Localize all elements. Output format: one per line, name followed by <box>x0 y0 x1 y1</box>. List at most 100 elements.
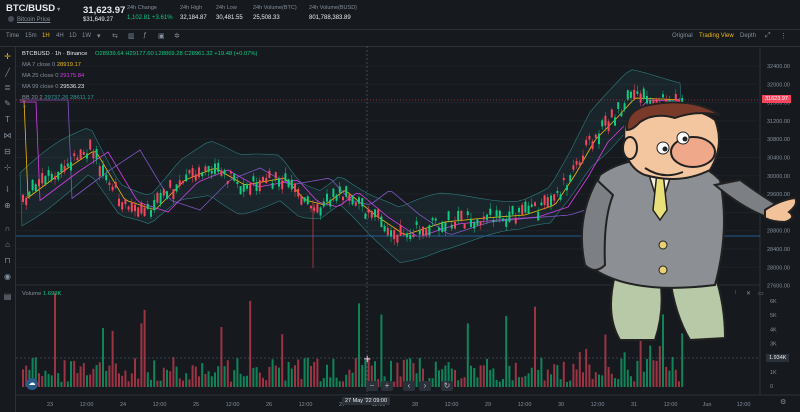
volume-bar <box>342 381 344 387</box>
volume-bar <box>514 362 517 387</box>
volume-bar <box>540 357 543 387</box>
candle-body <box>444 222 447 232</box>
legend-collapse-icon[interactable]: ⌃ <box>22 106 27 112</box>
volume-bar <box>86 375 88 387</box>
volume-bar <box>214 372 216 387</box>
candle-body <box>188 169 191 174</box>
candle-body <box>633 89 636 99</box>
candle-body <box>454 221 456 229</box>
zoom-out-button[interactable]: − <box>366 381 378 391</box>
volume-bar <box>361 365 364 387</box>
crosshair-cursor-icon: + <box>363 354 371 365</box>
volume-label: Volume <box>22 291 42 297</box>
volume-bar <box>345 374 348 387</box>
volume-bar <box>354 357 357 387</box>
volume-bar <box>326 364 328 387</box>
reset-chart-button[interactable]: ↻ <box>441 381 453 391</box>
candle-body <box>374 209 376 218</box>
volume-bar <box>476 377 479 387</box>
candle-body <box>636 91 639 94</box>
candle-body <box>431 217 434 221</box>
candle-body <box>383 225 386 232</box>
volume-bar <box>271 359 274 387</box>
volume-bar <box>470 365 472 387</box>
candle-body <box>511 206 514 215</box>
volume-bar <box>338 381 341 387</box>
candle-body <box>278 178 280 187</box>
volume-bar <box>559 379 562 387</box>
volume-bar <box>287 362 290 387</box>
volume-bar <box>415 373 418 387</box>
candle-body <box>47 170 50 176</box>
candle-body <box>156 192 159 203</box>
candle-body <box>460 210 463 221</box>
candle-body <box>60 164 63 173</box>
volume-bar <box>230 381 232 387</box>
volume-bar <box>527 373 530 387</box>
volume-bar <box>143 309 146 387</box>
chart-settings-gear-icon[interactable]: ⚙ <box>780 398 786 406</box>
volume-bar <box>297 359 300 387</box>
volume-bar <box>172 357 175 387</box>
candle-body <box>297 188 300 197</box>
candle-body <box>313 207 316 211</box>
volume-bar <box>178 378 181 387</box>
time-tick-label: 26 <box>266 402 272 408</box>
volume-bar <box>22 369 24 387</box>
volume-bar <box>505 315 508 387</box>
candle-body <box>185 174 188 182</box>
legend-ma99[interactable]: MA 99 close 0 29536.23 <box>22 84 84 90</box>
scroll-right-button[interactable]: › <box>419 381 431 391</box>
candle-body <box>457 210 460 221</box>
candle-body <box>111 186 114 191</box>
candle-body <box>246 184 248 189</box>
candle-body <box>354 202 357 206</box>
legend-bb[interactable]: BB 20 2 29737.26 28611.17 <box>22 95 94 101</box>
volume-bar <box>646 358 648 387</box>
candle-body <box>386 227 389 236</box>
candle-body <box>210 170 213 174</box>
volume-bar <box>175 366 178 387</box>
bb-value: 29737.26 28611.17 <box>44 95 94 101</box>
volume-bar <box>210 376 213 387</box>
candle-body <box>498 210 501 219</box>
volume-bar <box>79 366 82 387</box>
candle-body <box>361 198 364 207</box>
volume-bar <box>182 380 184 387</box>
candle-body <box>134 204 136 212</box>
price-tick-label: 32400.00 <box>767 64 790 70</box>
volume-bar <box>169 371 172 387</box>
candle-body <box>63 165 66 172</box>
volume-bar <box>252 367 255 387</box>
volume-bar <box>351 372 354 387</box>
volume-bar <box>265 380 268 387</box>
candle-body <box>162 189 165 196</box>
legend-ma7[interactable]: MA 7 close 0 28919.17 <box>22 62 81 68</box>
candle-body <box>50 173 53 180</box>
legend-ma25[interactable]: MA 25 close 0 29175.84 <box>22 73 84 79</box>
candle-body <box>150 210 152 217</box>
volume-bar <box>255 367 258 387</box>
volume-bar <box>217 366 220 387</box>
candle-body <box>194 174 197 181</box>
candle-body <box>175 184 178 192</box>
candle-body <box>242 184 245 192</box>
volume-bar <box>591 378 594 387</box>
legend-volume[interactable]: Volume 1.699K <box>22 291 61 297</box>
time-tick-label: 23 <box>47 402 53 408</box>
candle-body <box>642 88 645 100</box>
zoom-in-button[interactable]: + <box>381 381 393 391</box>
volume-bar <box>188 379 191 387</box>
volume-bar <box>114 363 117 387</box>
scroll-left-button[interactable]: ‹ <box>403 381 415 391</box>
volume-bar <box>207 371 210 387</box>
candle-body <box>338 186 341 193</box>
volume-bar <box>226 360 229 387</box>
candle-body <box>95 148 98 160</box>
candle-body <box>569 175 572 182</box>
volume-bar <box>246 375 248 387</box>
volume-bar <box>553 364 556 387</box>
volume-bar <box>479 365 482 387</box>
volume-bar <box>610 373 613 387</box>
candle-body <box>399 225 402 236</box>
